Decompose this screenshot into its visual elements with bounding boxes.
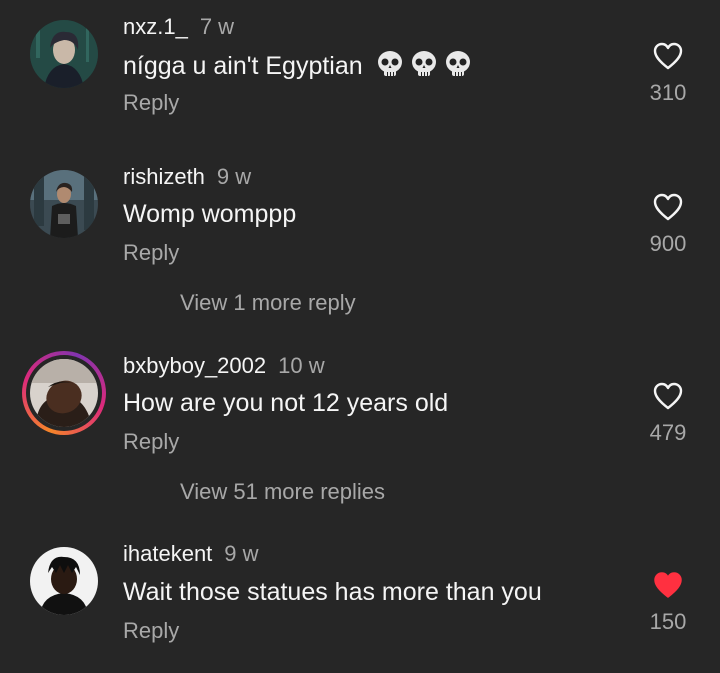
avatar-image — [30, 359, 98, 427]
reply-button[interactable]: Reply — [123, 240, 179, 266]
avatar[interactable] — [30, 20, 98, 88]
view-more-replies-link[interactable]: View 1 more reply — [180, 290, 356, 316]
avatar — [30, 359, 98, 427]
like-count: 900 — [649, 231, 687, 256]
reply-button[interactable]: Reply — [123, 618, 179, 644]
skull-emoji — [444, 50, 472, 85]
avatar[interactable] — [30, 170, 98, 238]
comment-username[interactable]: nxz.1_ — [123, 14, 188, 39]
like-count: 150 — [649, 609, 687, 634]
avatar-image — [30, 170, 98, 238]
like-control: 310 — [640, 42, 696, 106]
like-count: 310 — [649, 80, 687, 105]
skull-emoji — [410, 50, 438, 85]
comment-text-row: nígga u ain't Egyptian — [123, 50, 472, 85]
like-count: 479 — [649, 420, 687, 445]
comment-text: How are you not 12 years old — [123, 389, 449, 417]
comment-username[interactable]: rishizeth — [123, 164, 205, 189]
heart-outline-icon[interactable] — [653, 42, 683, 70]
reply-button[interactable]: Reply — [123, 90, 179, 116]
like-control: 150 — [640, 571, 696, 635]
view-more-replies-link[interactable]: View 51 more replies — [180, 479, 385, 505]
skull-emoji — [376, 50, 404, 85]
view-more-replies-link-partial[interactable] — [180, 668, 360, 673]
avatar-story-ring[interactable] — [22, 351, 106, 435]
comment-timestamp: 9 w — [216, 164, 252, 189]
comment-text: Wait those statues has more than you — [123, 578, 542, 606]
comment-username[interactable]: bxbyboy_2002 — [123, 353, 266, 378]
like-control: 479 — [640, 382, 696, 446]
reply-button[interactable]: Reply — [123, 429, 179, 455]
avatar-image — [30, 547, 98, 615]
heart-filled-icon[interactable] — [653, 571, 683, 599]
comment-timestamp: 9 w — [224, 541, 259, 566]
like-control: 900 — [640, 193, 696, 257]
heart-outline-icon[interactable] — [653, 382, 683, 410]
comment-text: nígga u ain't Egyptian — [123, 52, 363, 80]
comment-username[interactable]: ihatekent — [123, 541, 212, 566]
avatar[interactable] — [30, 547, 98, 615]
heart-outline-icon[interactable] — [653, 193, 683, 221]
comment-timestamp: 10 w — [278, 353, 325, 378]
comment-timestamp: 7 w — [199, 14, 235, 39]
comments-list: nxz.1_ 7 w nígga u ain't Egyptian Reply 3… — [0, 0, 720, 673]
comment-text: Womp womppp — [123, 200, 297, 228]
avatar-image — [30, 20, 98, 88]
